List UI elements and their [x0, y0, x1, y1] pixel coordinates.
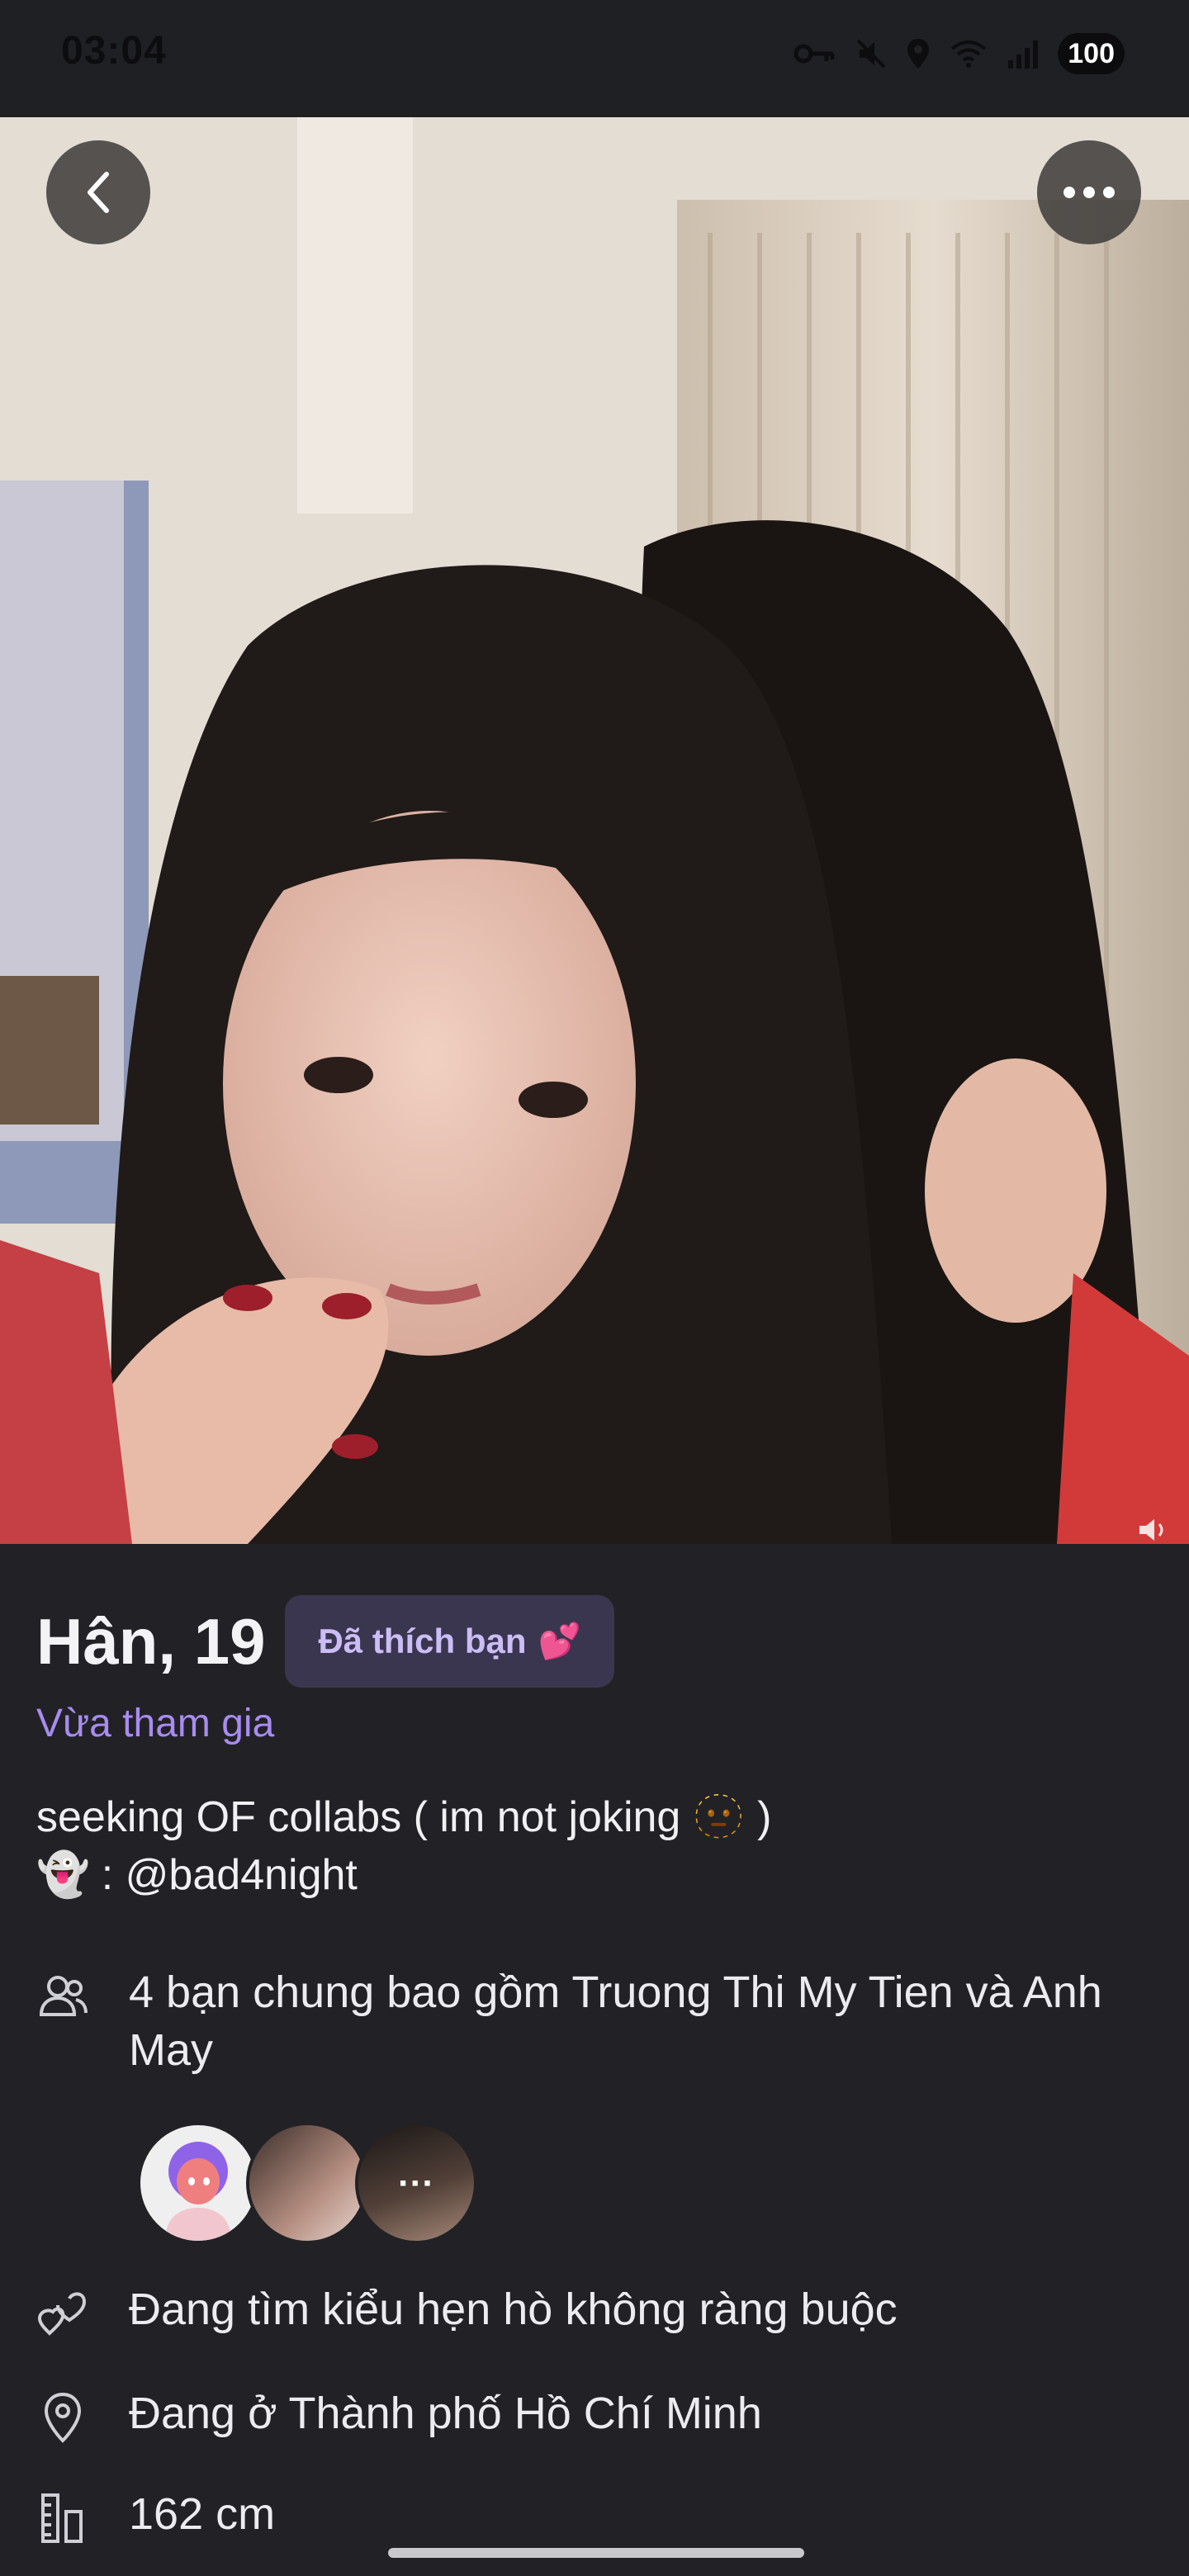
avatar-more[interactable]: ··· [355, 2122, 477, 2244]
ruler-icon [41, 2493, 83, 2543]
liked-you-badge: Đã thích bạn 💕 [285, 1595, 614, 1688]
battery-indicator: 100 [1058, 33, 1125, 74]
bio-text-2: : @bad4night [101, 1851, 358, 1899]
dotted-face-emoji: 🫥 [692, 1793, 746, 1841]
name-age: Hân, 19 [36, 1604, 266, 1678]
liked-badge-label: Đã thích bạn [318, 1622, 527, 1660]
volume-icon[interactable] [1136, 1516, 1169, 1544]
height-text: 162 cm [129, 2489, 276, 2539]
status-time: 03:04 [61, 29, 167, 73]
height-row: 162 cm [36, 2485, 275, 2545]
status-bar: 03:04 100 [0, 0, 1189, 117]
bio-text-1: seeking OF collabs ( im not joking [36, 1793, 681, 1841]
bio-line-2: 👻 : @bad4night [36, 1846, 771, 1904]
mutual-friends-text: 4 bạn chung bao gồm Truong Thi My Tien v… [129, 1968, 1102, 2075]
avatar-illustration [165, 2142, 231, 2241]
location-text: Đang ở Thành phố Hồ Chí Minh [129, 2389, 762, 2438]
more-dots: ··· [398, 2163, 434, 2204]
ghost-emoji: 👻 [36, 1851, 90, 1899]
back-button[interactable] [46, 140, 150, 244]
bio-text-1-end: ) [757, 1793, 772, 1841]
name-row: Hân, 19 Đã thích bạn 💕 [36, 1595, 614, 1688]
recently-joined-label: Vừa tham gia [36, 1702, 275, 1745]
relationship-goal-row: Đang tìm kiểu hẹn hò không ràng buộc [36, 2280, 898, 2340]
profile-photo[interactable] [0, 117, 1189, 1544]
mute-icon [856, 39, 886, 69]
wifi-icon [951, 40, 987, 68]
hearts-icon [37, 2292, 87, 2336]
relationship-goal-text: Đang tìm kiểu hẹn hò không ràng buộc [129, 2285, 898, 2334]
bio-line-1: seeking OF collabs ( im not joking 🫥 ) [36, 1788, 771, 1846]
hearts-emoji: 💕 [538, 1621, 581, 1660]
chevron-left-icon [88, 172, 109, 213]
location-icon [907, 39, 930, 69]
vpn-key-icon [793, 44, 835, 64]
mutual-friends-avatars[interactable]: ··· [137, 2122, 477, 2244]
location-pin-icon [44, 2392, 82, 2443]
people-icon [39, 1976, 88, 2016]
avatar[interactable] [246, 2122, 368, 2244]
photo-scene [0, 117, 1189, 1544]
signal-icon [1008, 40, 1039, 69]
status-icons: 100 [793, 33, 1125, 74]
bio: seeking OF collabs ( im not joking 🫥 ) 👻… [36, 1788, 771, 1904]
more-options-button[interactable] [1037, 140, 1141, 244]
mutual-friends-row[interactable]: 4 bạn chung bao gồm Truong Thi My Tien v… [36, 1963, 1103, 2079]
home-indicator[interactable] [388, 2548, 804, 2558]
more-horizontal-icon [1063, 187, 1115, 198]
location-row: Đang ở Thành phố Hồ Chí Minh [36, 2384, 762, 2444]
avatar[interactable] [137, 2122, 259, 2244]
